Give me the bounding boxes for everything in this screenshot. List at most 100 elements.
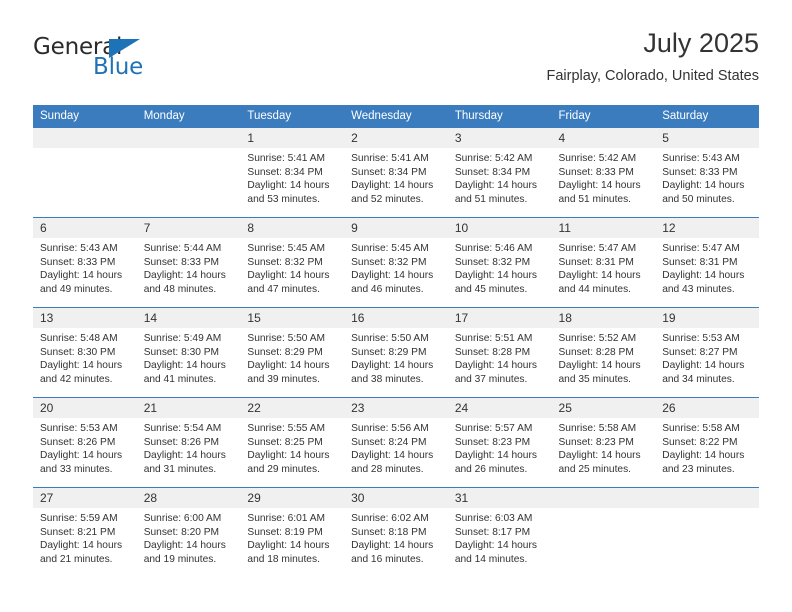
calendar-day-cell[interactable]: 9 Sunrise: 5:45 AM Sunset: 8:32 PM Daylight… <box>344 217 448 308</box>
calendar-day-cell[interactable]: 11 Sunrise: 5:47 AM Sunset: 8:31 PM Dayligh… <box>551 217 656 308</box>
weekday-header-saturday: Saturday <box>655 105 759 128</box>
calendar-day-cell[interactable]: 31 Sunrise: 6:03 AM Sunset: 8:17 PM Dayligh… <box>447 487 552 577</box>
daylight-text-line2: and 43 minutes. <box>662 283 735 295</box>
calendar-day-cell[interactable]: 1 Sunrise: 5:41 AM Sunset: 8:34 PM Daylight… <box>240 127 345 218</box>
calendar-week-row: 6 Sunrise: 5:43 AM Sunset: 8:33 PM Daylight… <box>33 217 759 308</box>
daylight-text-line2: and 37 minutes. <box>454 373 528 385</box>
daylight-text-line1: Daylight: 14 hours <box>454 270 537 282</box>
day-details: Sunrise: 5:59 AM Sunset: 8:21 PM Daylight:… <box>33 508 137 566</box>
daylight-text-line2: and 48 minutes. <box>143 283 217 295</box>
day-number: 9 <box>344 218 448 238</box>
calendar-day-cell[interactable]: 23 Sunrise: 5:56 AM Sunset: 8:24 PM Dayligh… <box>344 397 448 488</box>
calendar-day-cell[interactable]: 29 Sunrise: 6:01 AM Sunset: 8:19 PM Dayligh… <box>240 487 345 577</box>
calendar-day-cell[interactable]: 18 Sunrise: 5:52 AM Sunset: 8:28 PM Dayligh… <box>551 307 656 398</box>
day-details: Sunrise: 5:56 AM Sunset: 8:24 PM Daylight:… <box>344 418 448 476</box>
day-number: 26 <box>655 398 759 418</box>
sunset-text: Sunset: 8:31 PM <box>558 256 634 268</box>
calendar-day-cell[interactable]: 2 Sunrise: 5:41 AM Sunset: 8:34 PM Daylight… <box>344 127 448 218</box>
day-number: 3 <box>447 128 552 148</box>
daylight-text-line1: Daylight: 14 hours <box>558 360 641 372</box>
sunset-text: Sunset: 8:34 PM <box>351 166 427 178</box>
sunrise-text: Sunrise: 5:41 AM <box>351 153 429 164</box>
day-details: Sunrise: 5:43 AM Sunset: 8:33 PM Daylight:… <box>33 238 137 296</box>
calendar-day-cell[interactable]: 14 Sunrise: 5:49 AM Sunset: 8:30 PM Dayligh… <box>136 307 241 398</box>
daylight-text-line2: and 14 minutes. <box>454 553 528 565</box>
daylight-text-line2: and 31 minutes. <box>143 463 217 475</box>
daylight-text-line2: and 21 minutes. <box>40 553 113 565</box>
sunrise-sunset-calendar: Sunday Monday Tuesday Wednesday Thursday… <box>33 105 759 577</box>
daylight-text-line1: Daylight: 14 hours <box>351 360 434 372</box>
calendar-day-cell[interactable]: 12 Sunrise: 5:47 AM Sunset: 8:31 PM Dayligh… <box>655 217 759 308</box>
calendar-day-cell[interactable]: 21 Sunrise: 5:54 AM Sunset: 8:26 PM Dayligh… <box>136 397 241 488</box>
calendar-day-cell[interactable]: 5 Sunrise: 5:43 AM Sunset: 8:33 PM Daylight… <box>655 127 759 218</box>
sunrise-text: Sunrise: 6:03 AM <box>454 513 533 524</box>
daylight-text-line1: Daylight: 14 hours <box>454 360 537 372</box>
calendar-day-cell[interactable]: 6 Sunrise: 5:43 AM Sunset: 8:33 PM Daylight… <box>33 217 137 308</box>
daylight-text-line2: and 25 minutes. <box>558 463 632 475</box>
calendar-day-cell[interactable]: 28 Sunrise: 6:00 AM Sunset: 8:20 PM Dayligh… <box>136 487 241 577</box>
daylight-text-line1: Daylight: 14 hours <box>558 450 641 462</box>
calendar-day-cell[interactable]: 25 Sunrise: 5:58 AM Sunset: 8:23 PM Dayligh… <box>551 397 656 488</box>
day-number: 23 <box>344 398 448 418</box>
day-details: Sunrise: 5:45 AM Sunset: 8:32 PM Daylight:… <box>344 238 448 296</box>
calendar-day-cell[interactable]: 15 Sunrise: 5:50 AM Sunset: 8:29 PM Dayligh… <box>240 307 345 398</box>
day-number <box>551 488 656 508</box>
sunset-text: Sunset: 8:17 PM <box>454 526 531 538</box>
general-blue-logo[interactable]: General Blue <box>33 36 213 88</box>
calendar-body: 1 Sunrise: 5:41 AM Sunset: 8:34 PM Daylight… <box>33 127 759 577</box>
sunset-text: Sunset: 8:32 PM <box>454 256 531 268</box>
day-number: 12 <box>655 218 759 238</box>
calendar-day-cell[interactable]: 8 Sunrise: 5:45 AM Sunset: 8:32 PM Daylight… <box>240 217 345 308</box>
weekday-header-sunday: Sunday <box>33 105 137 128</box>
page-header: General Blue July 2025 Fairplay, Colorad… <box>33 28 759 98</box>
sunset-text: Sunset: 8:28 PM <box>558 346 634 358</box>
daylight-text-line1: Daylight: 14 hours <box>558 270 641 282</box>
day-number: 25 <box>551 398 656 418</box>
daylight-text-line1: Daylight: 14 hours <box>143 360 226 372</box>
day-details: Sunrise: 5:41 AM Sunset: 8:34 PM Daylight:… <box>240 148 344 206</box>
page-subtitle: Fairplay, Colorado, United States <box>546 68 759 85</box>
sunrise-text: Sunrise: 5:52 AM <box>558 333 637 344</box>
day-details: Sunrise: 5:50 AM Sunset: 8:29 PM Daylight:… <box>240 328 344 386</box>
calendar-day-cell[interactable]: 4 Sunrise: 5:42 AM Sunset: 8:33 PM Daylight… <box>551 127 656 218</box>
daylight-text-line1: Daylight: 14 hours <box>247 270 330 282</box>
sunset-text: Sunset: 8:33 PM <box>662 166 738 178</box>
sunrise-text: Sunrise: 5:50 AM <box>247 333 325 344</box>
calendar-day-cell[interactable]: 24 Sunrise: 5:57 AM Sunset: 8:23 PM Dayligh… <box>447 397 552 488</box>
calendar-day-cell[interactable]: 27 Sunrise: 5:59 AM Sunset: 8:21 PM Dayligh… <box>33 487 137 577</box>
daylight-text-line2: and 41 minutes. <box>143 373 217 385</box>
title-block: July 2025 Fairplay, Colorado, United Sta… <box>546 28 759 84</box>
sunrise-text: Sunrise: 5:45 AM <box>351 243 429 254</box>
sunrise-text: Sunrise: 5:53 AM <box>40 423 118 434</box>
daylight-text-line2: and 34 minutes. <box>662 373 735 385</box>
daylight-text-line1: Daylight: 14 hours <box>662 270 745 282</box>
day-details: Sunrise: 6:02 AM Sunset: 8:18 PM Daylight:… <box>344 508 448 566</box>
daylight-text-line2: and 16 minutes. <box>351 553 424 565</box>
sunrise-text: Sunrise: 5:47 AM <box>558 243 637 254</box>
calendar-day-cell-empty <box>551 487 656 577</box>
sunrise-text: Sunrise: 5:42 AM <box>558 153 637 164</box>
calendar-day-cell[interactable]: 20 Sunrise: 5:53 AM Sunset: 8:26 PM Dayligh… <box>33 397 137 488</box>
sunset-text: Sunset: 8:30 PM <box>40 346 116 358</box>
calendar-day-cell[interactable]: 13 Sunrise: 5:48 AM Sunset: 8:30 PM Dayligh… <box>33 307 137 398</box>
daylight-text-line2: and 47 minutes. <box>247 283 320 295</box>
calendar-day-cell[interactable]: 22 Sunrise: 5:55 AM Sunset: 8:25 PM Dayligh… <box>240 397 345 488</box>
day-details: Sunrise: 5:43 AM Sunset: 8:33 PM Daylight:… <box>655 148 759 206</box>
calendar-day-cell[interactable]: 3 Sunrise: 5:42 AM Sunset: 8:34 PM Daylight… <box>447 127 552 218</box>
calendar-day-cell[interactable]: 7 Sunrise: 5:44 AM Sunset: 8:33 PM Daylight… <box>136 217 241 308</box>
calendar-day-cell[interactable]: 10 Sunrise: 5:46 AM Sunset: 8:32 PM Dayligh… <box>447 217 552 308</box>
sunset-text: Sunset: 8:32 PM <box>247 256 323 268</box>
calendar-day-cell[interactable]: 17 Sunrise: 5:51 AM Sunset: 8:28 PM Dayligh… <box>447 307 552 398</box>
weekday-header-monday: Monday <box>136 105 241 128</box>
calendar-header-row: Sunday Monday Tuesday Wednesday Thursday… <box>33 105 759 128</box>
day-number: 4 <box>551 128 656 148</box>
sunset-text: Sunset: 8:27 PM <box>662 346 738 358</box>
day-details: Sunrise: 5:49 AM Sunset: 8:30 PM Daylight:… <box>137 328 241 386</box>
calendar-day-cell[interactable]: 16 Sunrise: 5:50 AM Sunset: 8:29 PM Dayligh… <box>344 307 448 398</box>
calendar-day-cell[interactable]: 26 Sunrise: 5:58 AM Sunset: 8:22 PM Dayligh… <box>655 397 759 488</box>
calendar-day-cell[interactable]: 30 Sunrise: 6:02 AM Sunset: 8:18 PM Dayligh… <box>344 487 448 577</box>
day-number: 27 <box>33 488 137 508</box>
calendar-day-cell[interactable]: 19 Sunrise: 5:53 AM Sunset: 8:27 PM Dayligh… <box>655 307 759 398</box>
day-details: Sunrise: 6:03 AM Sunset: 8:17 PM Daylight:… <box>448 508 552 566</box>
sunrise-text: Sunrise: 5:44 AM <box>143 243 222 254</box>
